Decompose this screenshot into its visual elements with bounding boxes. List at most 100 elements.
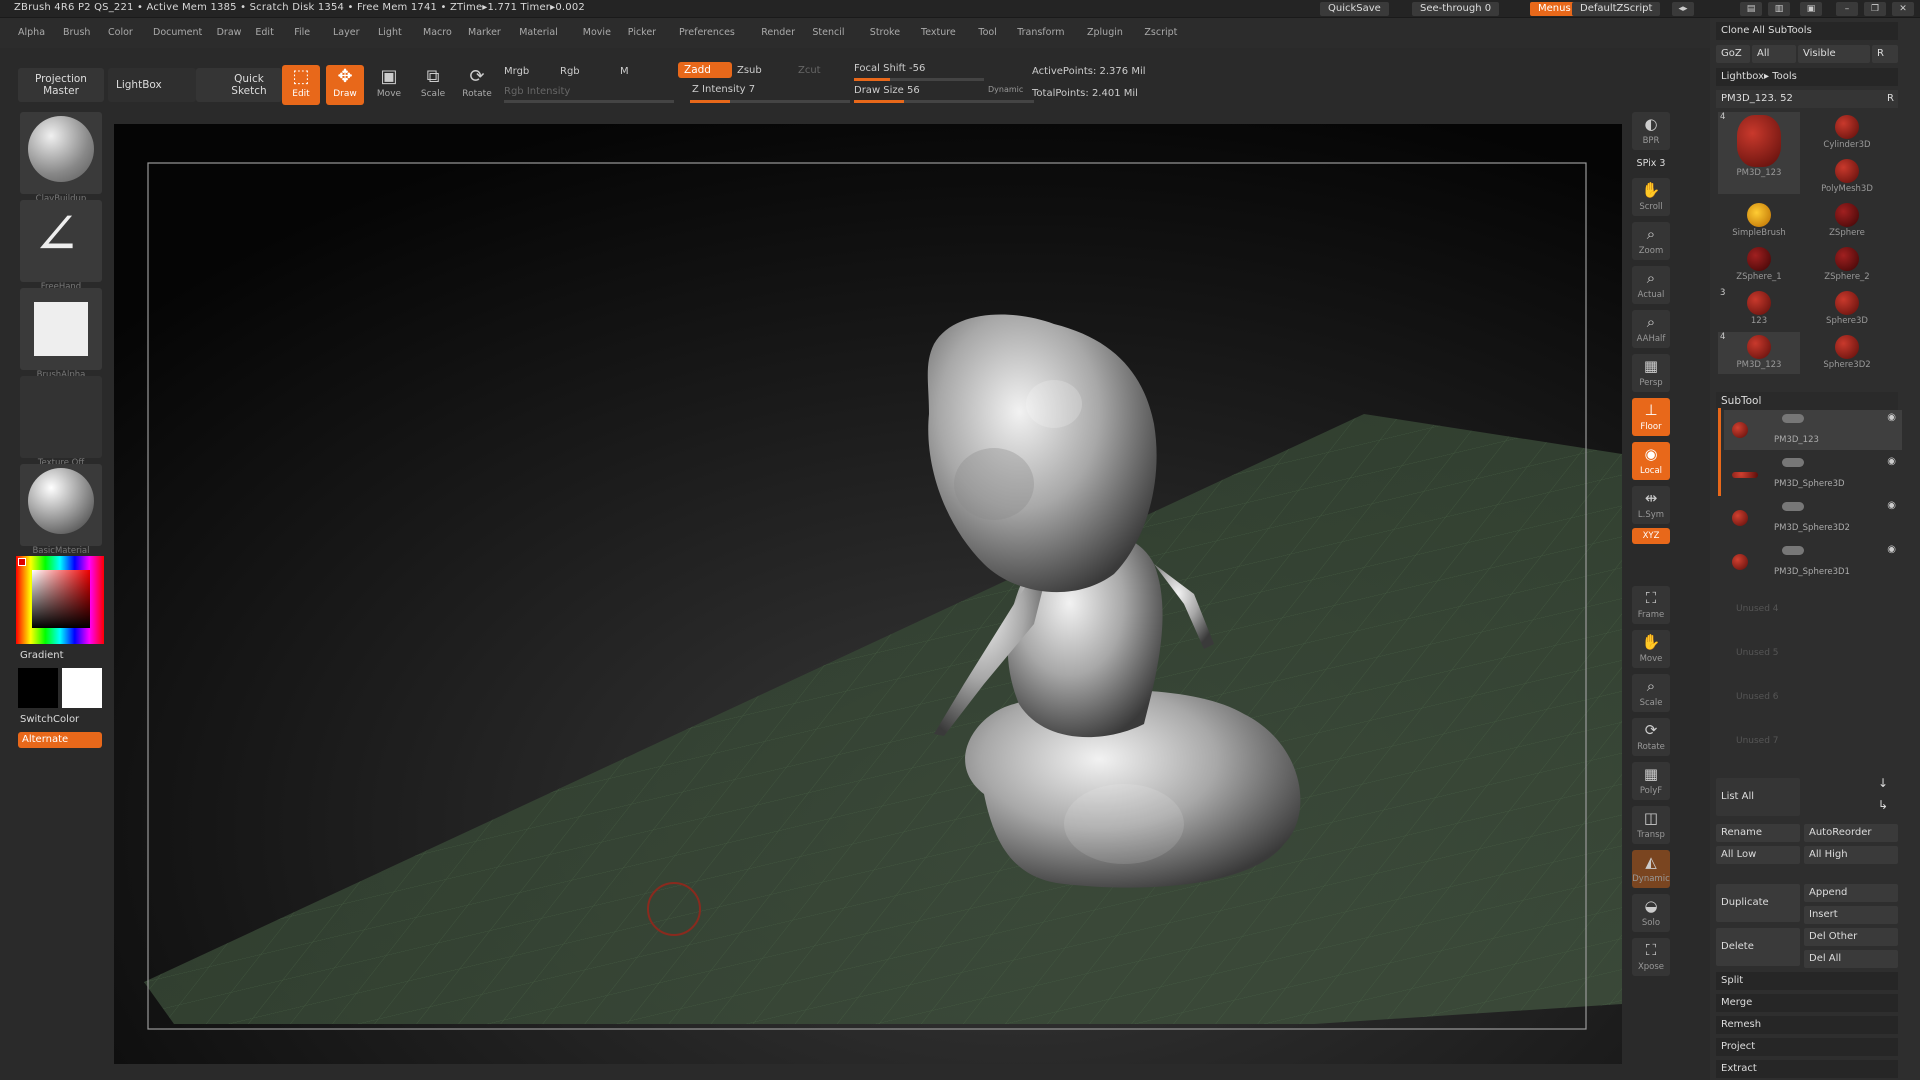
tool-tile[interactable]: 123 3 — [1718, 288, 1800, 330]
tool-tile[interactable]: PM3D_123 4 — [1718, 112, 1800, 194]
shelf-transp-button[interactable]: ◫ Transp — [1632, 806, 1670, 844]
merge-button[interactable]: Merge — [1716, 994, 1898, 1012]
focal-shift-track[interactable] — [854, 78, 984, 81]
menu-light[interactable]: Light — [378, 27, 402, 38]
alpha-thumbnail[interactable]: BrushAlpha — [20, 288, 102, 380]
all-low-button[interactable]: All Low — [1716, 846, 1800, 864]
menu-texture[interactable]: Texture — [921, 27, 956, 38]
list-all-button[interactable]: List All — [1716, 778, 1800, 816]
scale-button[interactable]: ⧉ Scale — [414, 65, 452, 105]
menu-color[interactable]: Color — [108, 27, 133, 38]
shelf-scroll-button[interactable]: ✋ Scroll — [1632, 178, 1670, 216]
goz-visible-button[interactable]: Visible — [1798, 45, 1870, 63]
zsub-button[interactable]: Zsub — [737, 65, 762, 76]
brush-thumbnail[interactable]: ClayBuildup — [20, 112, 102, 204]
arrows-icon[interactable]: ◂▸ — [1672, 2, 1694, 16]
append-button[interactable]: Append — [1804, 884, 1898, 902]
lightbox-tools-button[interactable]: Lightbox▸ Tools — [1716, 68, 1898, 86]
draw-size-slider[interactable]: Draw Size 56 — [854, 85, 920, 96]
quicksave-button[interactable]: QuickSave — [1320, 2, 1389, 16]
material-thumbnail[interactable]: BasicMaterial — [20, 464, 102, 556]
shelf-aahalf-button[interactable]: ⌕ AAHalf — [1632, 310, 1670, 348]
current-tool-slider[interactable]: PM3D_123. 52 R — [1716, 90, 1898, 108]
stroke-thumbnail[interactable]: ∠ FreeHand — [20, 200, 102, 292]
visibility-eye-icon[interactable]: ◉ — [1887, 456, 1896, 467]
del-other-button[interactable]: Del Other — [1804, 928, 1898, 946]
visibility-eye-icon[interactable]: ◉ — [1887, 544, 1896, 555]
shelf-local-button[interactable]: ◉ Local — [1632, 442, 1670, 480]
projection-master-button[interactable]: Projection Master — [18, 68, 104, 102]
remesh-button[interactable]: Remesh — [1716, 1016, 1898, 1034]
rgb-intensity-track[interactable] — [504, 100, 674, 103]
alternate-button[interactable]: Alternate — [18, 732, 102, 748]
rename-button[interactable]: Rename — [1716, 824, 1800, 842]
subtool-item[interactable]: ◉ PM3D_Sphere3D1 — [1724, 542, 1902, 582]
z-intensity-slider[interactable]: Z Intensity 7 — [692, 84, 755, 95]
menu-marker[interactable]: Marker — [468, 27, 501, 38]
menu-transform[interactable]: Transform — [1017, 27, 1064, 38]
shelf-spix-3-button[interactable]: SPix 3 — [1632, 158, 1670, 174]
visibility-eye-icon[interactable]: ◉ — [1887, 412, 1896, 423]
color-square[interactable] — [32, 570, 90, 628]
extract-button[interactable]: Extract — [1716, 1060, 1898, 1078]
menu-file[interactable]: File — [294, 27, 310, 38]
canvas-viewport[interactable] — [114, 124, 1622, 1064]
rotate-button[interactable]: ⟳ Rotate — [458, 65, 496, 105]
shelf-frame-button[interactable]: ⛶ Frame — [1632, 586, 1670, 624]
lightbox-button[interactable]: LightBox — [108, 68, 196, 102]
subtool-item[interactable]: ◉ PM3D_Sphere3D2 — [1724, 498, 1902, 538]
shelf-floor-button[interactable]: ⊥ Floor — [1632, 398, 1670, 436]
subtool-scroll-indicator[interactable] — [1718, 408, 1721, 496]
menu-tool[interactable]: Tool — [978, 27, 996, 38]
layout-icon[interactable]: ▤ — [1740, 2, 1762, 16]
secondary-color-swatch[interactable] — [18, 668, 58, 708]
menu-macro[interactable]: Macro — [423, 27, 452, 38]
draw-size-track[interactable] — [854, 100, 1034, 103]
goz-all-button[interactable]: All — [1752, 45, 1796, 63]
project-button[interactable]: Project — [1716, 1038, 1898, 1056]
subtool-toggle[interactable] — [1782, 546, 1804, 555]
menu-zscript[interactable]: Zscript — [1144, 27, 1177, 38]
autoreorder-button[interactable]: AutoReorder — [1804, 824, 1898, 842]
subtool-toggle[interactable] — [1782, 414, 1804, 423]
menu-preferences[interactable]: Preferences — [679, 27, 735, 38]
menu-stencil[interactable]: Stencil — [812, 27, 844, 38]
tool-tile[interactable]: ZSphere — [1806, 200, 1888, 242]
move-button[interactable]: ▣ Move — [370, 65, 408, 105]
menu-layer[interactable]: Layer — [333, 27, 360, 38]
rgb-intensity-slider[interactable]: Rgb Intensity — [504, 86, 570, 97]
menu-zplugin[interactable]: Zplugin — [1087, 27, 1123, 38]
zcut-button[interactable]: Zcut — [798, 65, 821, 76]
zadd-button[interactable]: Zadd — [678, 62, 732, 78]
tool-tile[interactable]: ZSphere_2 — [1806, 244, 1888, 286]
gradient-label[interactable]: Gradient — [20, 650, 64, 661]
menu-document[interactable]: Document — [153, 27, 202, 38]
menu-alpha[interactable]: Alpha — [18, 27, 45, 38]
menu-edit[interactable]: Edit — [255, 27, 273, 38]
shelf-scale-button[interactable]: ⌕ Scale — [1632, 674, 1670, 712]
restore-icon[interactable]: ❐ — [1864, 2, 1886, 16]
shelf-dynamic-button[interactable]: ◭ Dynamic — [1632, 850, 1670, 888]
switch-color-button[interactable]: SwitchColor — [20, 714, 79, 725]
z-intensity-track[interactable] — [690, 100, 850, 103]
default-script-button[interactable]: DefaultZScript — [1572, 2, 1661, 16]
tool-tile[interactable]: Cylinder3D — [1806, 112, 1888, 154]
primary-color-swatch[interactable] — [62, 668, 102, 708]
menu-stroke[interactable]: Stroke — [870, 27, 900, 38]
see-through-slider[interactable]: See-through 0 — [1412, 2, 1500, 16]
shelf-l-sym-button[interactable]: ⇹ L.Sym — [1632, 486, 1670, 524]
rgb-button[interactable]: Rgb — [560, 66, 580, 77]
menu-material[interactable]: Material — [519, 27, 558, 38]
shelf-polyf-button[interactable]: ▦ PolyF — [1632, 762, 1670, 800]
tool-tile[interactable]: PolyMesh3D — [1806, 156, 1888, 198]
goz-r-button[interactable]: R — [1872, 45, 1898, 63]
layout2-icon[interactable]: ▥ — [1768, 2, 1790, 16]
tool-tile[interactable]: SimpleBrush — [1718, 200, 1800, 242]
tool-tile[interactable]: PM3D_123 4 — [1718, 332, 1800, 374]
shelf-zoom-button[interactable]: ⌕ Zoom — [1632, 222, 1670, 260]
menu-render[interactable]: Render — [761, 27, 795, 38]
tool-tile[interactable]: Sphere3D2 — [1806, 332, 1888, 374]
duplicate-button[interactable]: Duplicate — [1716, 884, 1800, 922]
menu-brush[interactable]: Brush — [63, 27, 90, 38]
tool-tile[interactable]: ZSphere_1 — [1718, 244, 1800, 286]
